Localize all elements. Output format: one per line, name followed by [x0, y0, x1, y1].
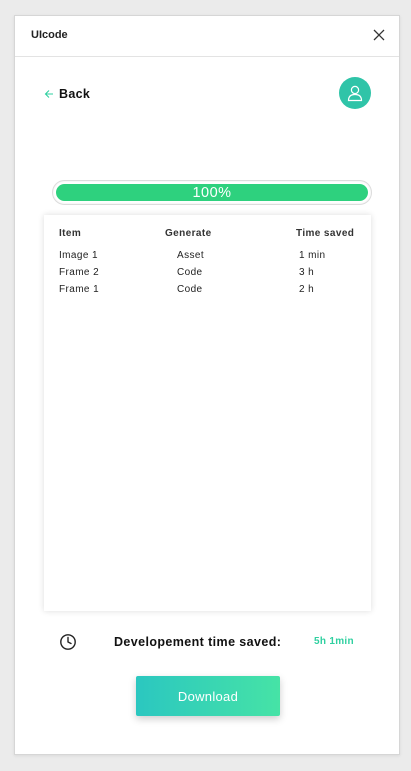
back-label: Back: [59, 87, 91, 101]
time-saved-summary: Developement time saved: 5h 1min: [15, 632, 399, 652]
table-header: Item Generate Time saved: [44, 228, 371, 242]
avatar[interactable]: [339, 77, 371, 109]
app-window: UIcode Back 100% Item Generate Time save…: [14, 15, 400, 755]
user-icon: [347, 85, 363, 102]
row-generate: Code: [177, 284, 203, 295]
close-icon[interactable]: [371, 27, 387, 43]
row-item: Frame 2: [59, 267, 100, 278]
time-saved-value: 5h 1min: [314, 636, 354, 647]
app-title: UIcode: [31, 29, 68, 41]
row-generate: Asset: [177, 250, 205, 261]
header-generate: Generate: [165, 228, 212, 239]
titlebar: UIcode: [15, 16, 399, 57]
row-time-saved: 3 h: [299, 267, 315, 278]
table-row: Image 1 Asset 1 min: [44, 250, 371, 264]
back-button[interactable]: Back: [44, 87, 90, 101]
clock-icon: [60, 634, 76, 650]
progress-bar: 100%: [52, 180, 372, 205]
table-row: Frame 1 Code 2 h: [44, 284, 371, 298]
time-saved-label: Developement time saved:: [114, 635, 282, 649]
header-time-saved: Time saved: [296, 228, 355, 239]
arrow-left-icon: [44, 90, 53, 98]
table-row: Frame 2 Code 3 h: [44, 267, 371, 281]
header-item: Item: [59, 228, 82, 239]
row-generate: Code: [177, 267, 203, 278]
row-time-saved: 1 min: [299, 250, 326, 261]
results-table: Item Generate Time saved Image 1 Asset 1…: [44, 215, 371, 611]
progress-label: 100%: [192, 184, 232, 201]
row-item: Image 1: [59, 250, 98, 261]
row-time-saved: 2 h: [299, 284, 315, 295]
row-item: Frame 1: [59, 284, 100, 295]
download-button[interactable]: Download: [136, 676, 280, 716]
